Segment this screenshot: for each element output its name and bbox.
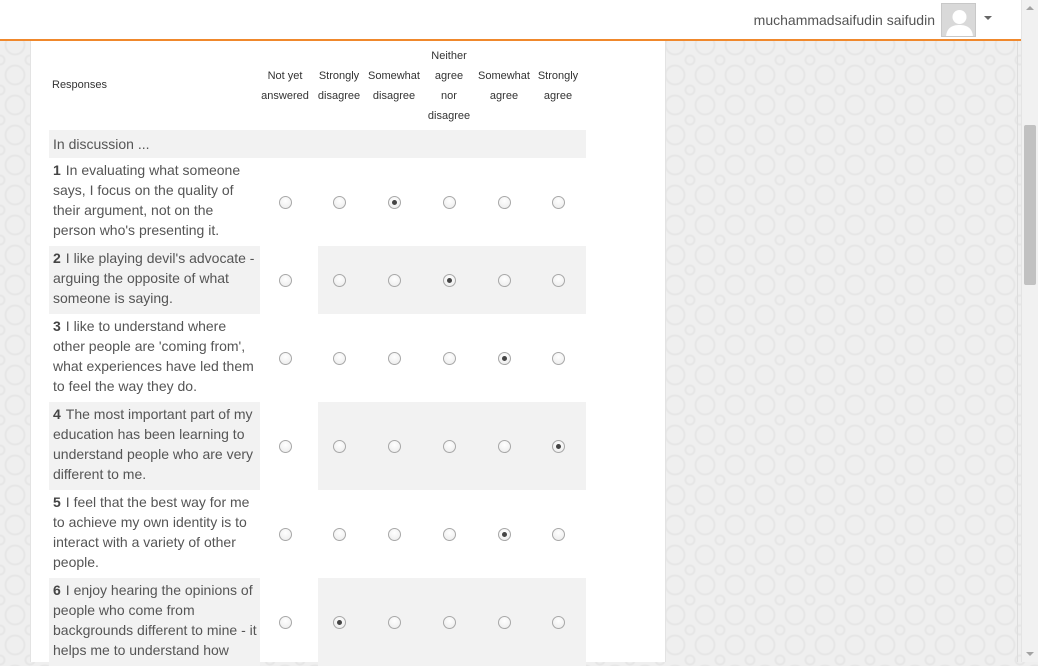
- radio-option[interactable]: [552, 440, 565, 453]
- radio-option[interactable]: [388, 274, 401, 287]
- question-text: 1 In evaluating what someone says, I focu…: [49, 158, 260, 246]
- question-number: 2: [53, 250, 61, 266]
- radio-option[interactable]: [333, 440, 346, 453]
- radio-option[interactable]: [333, 616, 346, 629]
- column-header-line: Strongly: [537, 70, 579, 82]
- scrollbar-thumb[interactable]: [1024, 125, 1036, 285]
- radio-option[interactable]: [388, 528, 401, 541]
- radio-option[interactable]: [498, 440, 511, 453]
- question-label: I like to understand where other people …: [53, 318, 254, 394]
- column-header: Somewhat disagree: [364, 66, 424, 106]
- responses-header: Responses: [52, 79, 108, 91]
- radio-option[interactable]: [443, 440, 456, 453]
- question-row: 1 In evaluating what someone says, I focu…: [49, 158, 586, 246]
- radio-option[interactable]: [333, 352, 346, 365]
- question-text: 5I feel that the best way for me to achi…: [49, 490, 260, 578]
- right-divider: [1017, 41, 1018, 662]
- section-heading: In discussion ...: [49, 130, 586, 158]
- question-label: I feel that the best way for me to achie…: [53, 494, 250, 570]
- radio-option[interactable]: [333, 528, 346, 541]
- column-header-line: Strongly: [318, 70, 360, 82]
- question-number: 4: [53, 406, 61, 422]
- scroll-up-arrow-icon[interactable]: [1026, 6, 1034, 10]
- question-number: 6: [53, 582, 61, 598]
- radio-option[interactable]: [498, 352, 511, 365]
- radio-option[interactable]: [279, 616, 292, 629]
- column-header-line: disagree: [427, 110, 471, 122]
- question-text: 3I like to understand where other people…: [49, 314, 260, 402]
- radio-option[interactable]: [552, 352, 565, 365]
- question-number: 3: [53, 318, 61, 334]
- radio-option[interactable]: [388, 616, 401, 629]
- column-header: Strongly agree: [528, 66, 588, 106]
- radio-option[interactable]: [498, 274, 511, 287]
- question-label: The most important part of my education …: [53, 406, 254, 482]
- question-row: 3I like to understand where other people…: [49, 314, 586, 402]
- radio-option[interactable]: [333, 274, 346, 287]
- radio-option[interactable]: [498, 528, 511, 541]
- user-menu-name[interactable]: muchammadsaifudin saifudin: [754, 12, 935, 28]
- question-text: 6I enjoy hearing the opinions of people …: [49, 578, 260, 666]
- radio-option[interactable]: [279, 440, 292, 453]
- column-header-line: disagree: [372, 90, 416, 102]
- radio-option[interactable]: [279, 196, 292, 209]
- radio-option[interactable]: [333, 196, 346, 209]
- avatar-icon[interactable]: [941, 3, 976, 37]
- top-navbar: muchammadsaifudin saifudin: [0, 0, 1021, 41]
- column-header-line: nor: [441, 90, 457, 102]
- radio-option[interactable]: [279, 528, 292, 541]
- scroll-down-arrow-icon[interactable]: [1026, 652, 1034, 656]
- column-header-line: agree: [489, 90, 519, 102]
- radio-option[interactable]: [388, 352, 401, 365]
- column-header: Strongly disagree: [309, 66, 369, 106]
- question-label: I like playing devil's advocate - arguin…: [53, 250, 255, 306]
- radio-option[interactable]: [443, 274, 456, 287]
- radio-option[interactable]: [443, 196, 456, 209]
- caret-down-icon[interactable]: [984, 16, 992, 20]
- column-header: Somewhat agree: [474, 66, 534, 106]
- question-label: In evaluating what someone says, I focus…: [53, 162, 241, 238]
- radio-option[interactable]: [552, 274, 565, 287]
- radio-option[interactable]: [498, 616, 511, 629]
- column-header-line: Neither: [431, 50, 467, 62]
- column-header-line: Somewhat: [368, 70, 420, 82]
- radio-option[interactable]: [279, 274, 292, 287]
- radio-option[interactable]: [552, 616, 565, 629]
- radio-option[interactable]: [443, 616, 456, 629]
- column-header-line: Not yet: [267, 70, 303, 82]
- column-header-line: Somewhat: [478, 70, 530, 82]
- radio-option[interactable]: [443, 352, 456, 365]
- column-header-line: disagree: [317, 90, 361, 102]
- radio-option[interactable]: [279, 352, 292, 365]
- question-row: 5I feel that the best way for me to achi…: [49, 490, 586, 578]
- column-header-line: answered: [261, 90, 309, 102]
- radio-option[interactable]: [552, 196, 565, 209]
- radio-option[interactable]: [552, 528, 565, 541]
- question-row: 6I enjoy hearing the opinions of people …: [49, 578, 586, 666]
- question-row: 4 The most important part of my education…: [49, 402, 586, 490]
- radio-option[interactable]: [388, 440, 401, 453]
- question-text: 2I like playing devil's advocate - argui…: [49, 246, 260, 314]
- vertical-scrollbar[interactable]: [1021, 0, 1038, 662]
- column-header-line: agree: [543, 90, 573, 102]
- column-header: Not yet answered: [255, 66, 315, 106]
- radio-option[interactable]: [498, 196, 511, 209]
- question-number: 5: [53, 494, 61, 510]
- column-header: Neither agree nor disagree: [419, 46, 479, 126]
- question-label: I enjoy hearing the opinions of people w…: [53, 582, 257, 658]
- column-header-line: agree: [434, 70, 464, 82]
- radio-option[interactable]: [443, 528, 456, 541]
- radio-option[interactable]: [388, 196, 401, 209]
- question-text: 4 The most important part of my education…: [49, 402, 260, 490]
- question-row: 2I like playing devil's advocate - argui…: [49, 246, 586, 314]
- question-number: 1: [53, 162, 61, 178]
